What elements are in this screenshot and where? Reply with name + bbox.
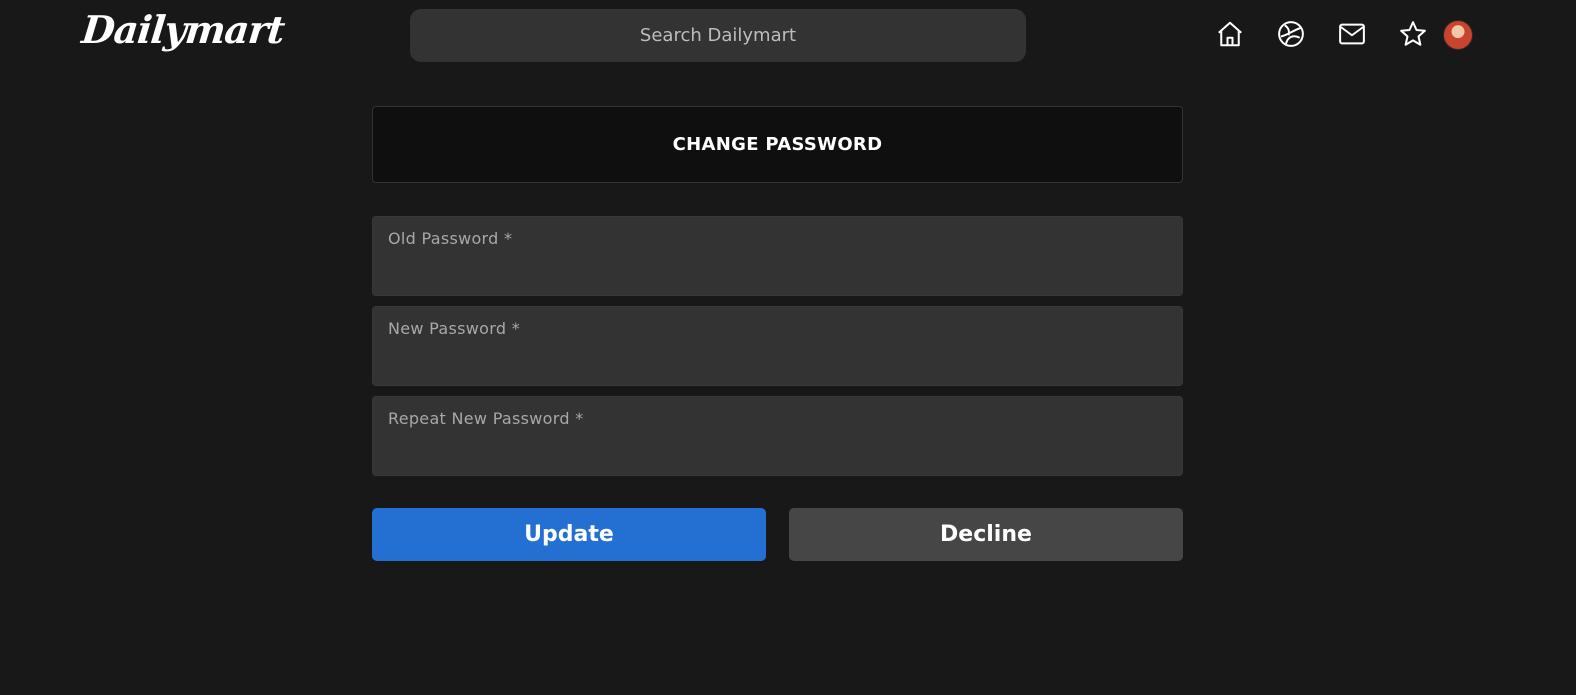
new-password-field[interactable]: New Password * <box>372 306 1183 386</box>
old-password-field[interactable]: Old Password * <box>372 216 1183 296</box>
search-input[interactable] <box>410 9 1026 62</box>
home-icon[interactable] <box>1214 18 1246 50</box>
mail-icon[interactable] <box>1336 18 1368 50</box>
new-password-input[interactable] <box>388 347 1167 377</box>
new-password-label: New Password * <box>388 319 521 338</box>
old-password-label: Old Password * <box>388 229 513 248</box>
page-title: CHANGE PASSWORD <box>372 106 1183 183</box>
repeat-new-password-field[interactable]: Repeat New Password * <box>372 396 1183 476</box>
globe-icon[interactable] <box>1275 18 1307 50</box>
decline-button[interactable]: Decline <box>789 508 1183 561</box>
star-icon[interactable] <box>1397 18 1429 50</box>
avatar[interactable] <box>1443 20 1473 50</box>
update-button[interactable]: Update <box>372 508 766 561</box>
dailymart-logo[interactable]: Dailymart <box>79 4 287 56</box>
repeat-new-password-label: Repeat New Password * <box>388 409 584 428</box>
old-password-input[interactable] <box>388 257 1167 287</box>
repeat-new-password-input[interactable] <box>388 437 1167 467</box>
